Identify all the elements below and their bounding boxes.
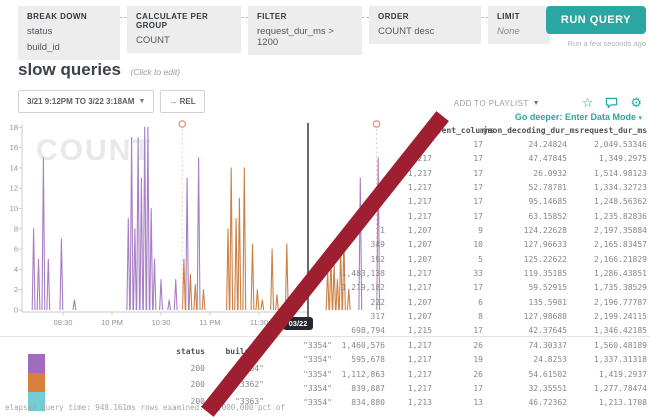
table-cell: 2,199.24115	[567, 310, 647, 324]
table-cell: 124.22628	[483, 224, 567, 238]
table-cell: 222	[332, 296, 385, 310]
legend-panel: statusbuild_id200"3354"200"3362"200"3363…	[0, 336, 650, 416]
table-cell: json_decoding_dur_ms	[483, 123, 567, 138]
table-cell: 17	[432, 195, 483, 209]
table-cell: 1,207	[385, 253, 432, 267]
table-cell: 5	[432, 253, 483, 267]
svg-text:16: 16	[10, 143, 18, 152]
svg-text:12: 12	[10, 184, 18, 193]
table-cell: 26.0932	[483, 167, 567, 181]
table-cell: 17	[432, 210, 483, 224]
table-cell: 1,207	[385, 296, 432, 310]
table-row[interactable]: 1,219,1821,2171759.529151,735.38529	[300, 281, 647, 295]
table-cell: 1,334.32723	[567, 181, 647, 195]
svg-text:6: 6	[14, 245, 18, 254]
table-cell: 1,483,138	[332, 267, 385, 281]
table-row[interactable]: 2221,2076135.59812,196.77787	[300, 296, 647, 310]
svg-text:2: 2	[14, 285, 18, 294]
table-row[interactable]: 1,2171795.146851,248.56362	[300, 195, 647, 209]
table-cell: 1,235.82836	[567, 210, 647, 224]
svg-text:0: 0	[14, 306, 18, 315]
svg-text:4: 4	[14, 265, 18, 274]
table-cell: 2,166.21829	[567, 253, 647, 267]
table-cell: 95.14685	[483, 195, 567, 209]
table-cell: 135.5981	[483, 296, 567, 310]
table-row[interactable]: 1724.248242,049.53346	[300, 138, 647, 152]
table-cell: 119.35185	[483, 267, 567, 281]
table-cell: 24.24824	[483, 138, 567, 152]
table-row[interactable]: 1,2171747.478451,349.2975	[300, 152, 647, 166]
table-cell: 1,217	[385, 210, 432, 224]
table-cell: 1,207	[385, 238, 432, 252]
table-cell: 9	[432, 224, 483, 238]
legend-row[interactable]: 200"3362"	[150, 374, 264, 391]
table-row[interactable]: 1,2171752.787811,334.32723	[300, 181, 647, 195]
table-cell: 1,286.43851	[567, 267, 647, 281]
table-cell: 2,049.53346	[567, 138, 647, 152]
chart-watermark: COUNT	[36, 134, 153, 167]
table-row[interactable]: 1921,2075125.226222,166.21829	[300, 253, 647, 267]
svg-text:11 PM: 11 PM	[199, 318, 220, 327]
table-cell: 2,197.35884	[567, 224, 647, 238]
table-cell: 1,248.56362	[567, 195, 647, 209]
svg-text:18: 18	[10, 123, 18, 132]
query-stats: elapsed query time: 948.161ms rows exami…	[5, 403, 285, 412]
table-cell: 63.15852	[483, 210, 567, 224]
table-header-row: event_columnsjson_decoding_dur_msrequest…	[300, 123, 647, 138]
table-cell: 1,207	[385, 224, 432, 238]
legend-color-swatch[interactable]	[28, 354, 45, 373]
table-cell: 2,196.77787	[567, 296, 647, 310]
table-cell: 17	[432, 181, 483, 195]
table-cell: 6	[432, 296, 483, 310]
table-cell: 1,349.2975	[567, 152, 647, 166]
table-cell: 1,207	[385, 310, 432, 324]
table-cell: 127.96633	[483, 238, 567, 252]
svg-text:09:30: 09:30	[54, 318, 73, 327]
table-cell: 317	[332, 310, 385, 324]
table-cell: 1,514.98123	[567, 167, 647, 181]
table-cell: 1,217	[385, 195, 432, 209]
table-cell: 1,735.38529	[567, 281, 647, 295]
table-row[interactable]: 1,483,1381,21733119.351851,286.43851	[300, 267, 647, 281]
svg-text:14: 14	[10, 163, 18, 172]
svg-text:10: 10	[10, 204, 18, 213]
table-cell: 125.22622	[483, 253, 567, 267]
table-cell: 1,217	[385, 267, 432, 281]
table-cell: 2,165.83457	[567, 238, 647, 252]
table-row[interactable]: 3171,2078127.986882,199.24115	[300, 310, 647, 324]
svg-text:8: 8	[14, 224, 18, 233]
table-cell: 1,217	[385, 281, 432, 295]
table-cell: 127.98688	[483, 310, 567, 324]
table-cell: 17	[432, 167, 483, 181]
table-row[interactable]: 1,2171726.09321,514.98123	[300, 167, 647, 181]
table-cell: 17	[432, 138, 483, 152]
svg-text:10 PM: 10 PM	[101, 318, 123, 327]
table-cell: 17	[432, 281, 483, 295]
table-cell: 52.78781	[483, 181, 567, 195]
honeycomb-query-page: BREAK DOWN status build_id CALCULATE PER…	[0, 0, 650, 415]
table-cell: 17	[432, 152, 483, 166]
table-cell: 59.52915	[483, 281, 567, 295]
legend-color-swatch[interactable]	[28, 373, 45, 392]
annotation-marker[interactable]	[179, 121, 185, 127]
table-cell: 33	[432, 267, 483, 281]
svg-text:10:30: 10:30	[152, 318, 171, 327]
table-cell: request_dur_ms	[567, 123, 647, 138]
table-cell: 47.47845	[483, 152, 567, 166]
table-cell: 8	[432, 310, 483, 324]
table-cell: 1,219,182	[332, 281, 385, 295]
table-cell: 10	[432, 238, 483, 252]
